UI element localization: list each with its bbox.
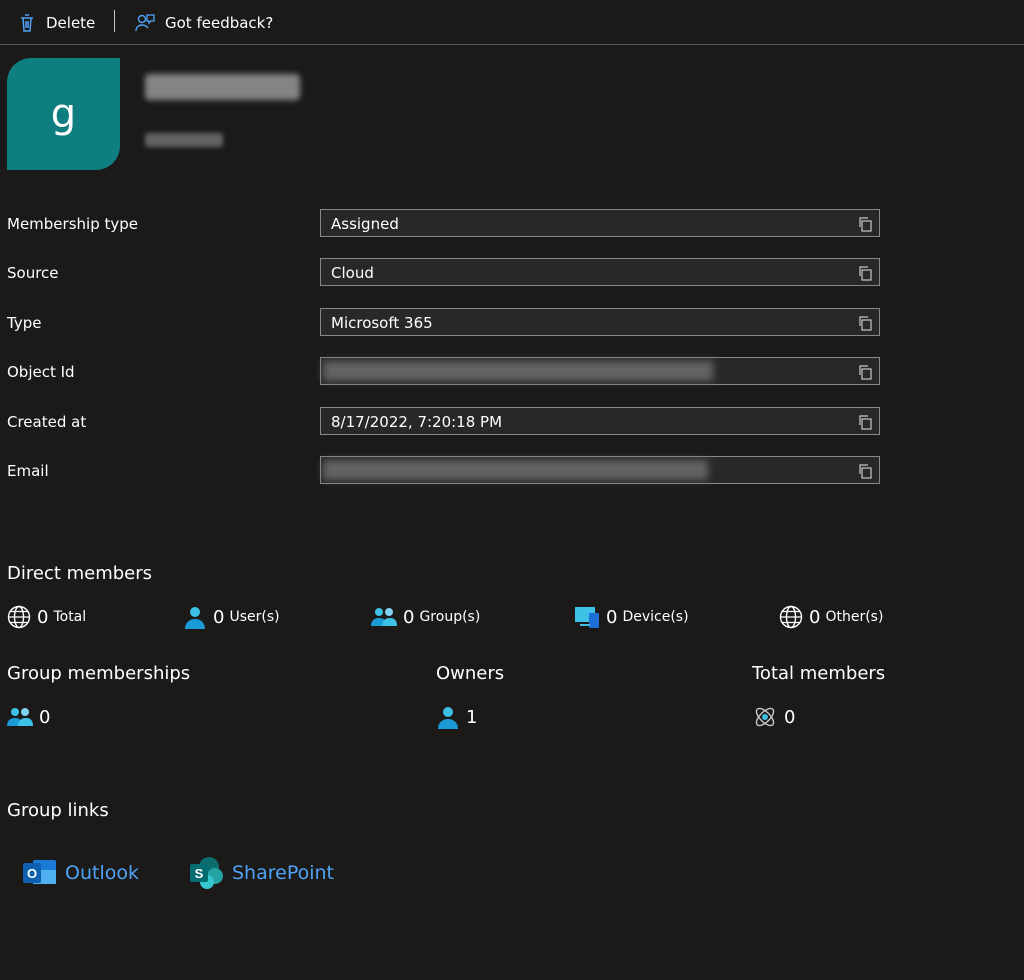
direct-members-title: Direct members <box>7 563 153 584</box>
group-memberships-stat[interactable]: 0 <box>7 703 50 731</box>
delete-button[interactable]: Delete <box>18 8 95 38</box>
globe-icon <box>7 605 31 629</box>
email-redacted <box>323 460 708 480</box>
groups-count: 0 <box>403 606 415 628</box>
atom-icon <box>755 707 775 727</box>
total-count: 0 <box>37 606 49 628</box>
group-description-redacted <box>145 133 223 147</box>
outlook-link[interactable]: O Outlook <box>23 855 139 891</box>
user-icon <box>438 707 458 729</box>
trash-icon <box>21 14 33 32</box>
direct-members-others[interactable]: 0 Other(s) <box>779 603 883 631</box>
created-at-field: 8/17/2022, 7:20:18 PM <box>320 407 880 435</box>
group-memberships-title: Group memberships <box>7 663 191 684</box>
copy-icon[interactable] <box>857 364 873 380</box>
total-members-title: Total members <box>752 663 886 684</box>
svg-text:O: O <box>27 866 37 881</box>
total-members-count: 0 <box>784 706 796 728</box>
others-count: 0 <box>809 606 821 628</box>
globe-icon <box>779 605 803 629</box>
feedback-button[interactable]: Got feedback? <box>135 8 273 38</box>
group-avatar: g <box>7 58 120 170</box>
type-label: Type <box>7 314 42 332</box>
object-id-field <box>320 357 880 385</box>
sharepoint-icon: S <box>190 857 223 889</box>
users-count: 0 <box>213 606 225 628</box>
direct-members-users[interactable]: 0 User(s) <box>183 603 280 631</box>
direct-members-groups[interactable]: 0 Group(s) <box>371 603 480 631</box>
group-name-redacted <box>145 74 300 100</box>
email-field <box>320 456 880 484</box>
group-memberships-count: 0 <box>39 706 51 728</box>
membership-type-label: Membership type <box>7 215 138 233</box>
outlook-icon: O <box>23 860 56 884</box>
owners-stat[interactable]: 1 <box>436 703 477 731</box>
type-field: Microsoft 365 <box>320 308 880 336</box>
source-label: Source <box>7 264 59 282</box>
object-id-redacted <box>323 361 713 381</box>
feedback-label: Got feedback? <box>165 14 274 32</box>
devices-label: Device(s) <box>622 609 689 625</box>
source-field: Cloud <box>320 258 880 286</box>
direct-members-total[interactable]: 0 Total <box>7 603 86 631</box>
created-at-label: Created at <box>7 413 87 431</box>
created-at-value: 8/17/2022, 7:20:18 PM <box>331 413 503 431</box>
devices-count: 0 <box>606 606 618 628</box>
owners-title: Owners <box>436 663 505 684</box>
device-icon <box>575 607 599 628</box>
groups-label: Group(s) <box>419 609 481 625</box>
source-value: Cloud <box>331 264 374 282</box>
svg-text:S: S <box>195 866 204 881</box>
copy-icon[interactable] <box>857 463 873 479</box>
email-label: Email <box>7 462 49 480</box>
copy-icon[interactable] <box>857 414 873 430</box>
copy-icon[interactable] <box>857 315 873 331</box>
type-value: Microsoft 365 <box>331 314 433 332</box>
others-label: Other(s) <box>825 609 884 625</box>
direct-members-devices[interactable]: 0 Device(s) <box>574 603 689 631</box>
delete-label: Delete <box>46 14 96 32</box>
owners-count: 1 <box>466 706 478 728</box>
command-bar: Delete Got feedback? <box>0 0 1024 45</box>
sharepoint-link[interactable]: S SharePoint <box>190 855 334 891</box>
membership-type-field: Assigned <box>320 209 880 237</box>
outlook-label: Outlook <box>65 862 139 884</box>
copy-icon[interactable] <box>857 265 873 281</box>
total-label: Total <box>53 609 87 625</box>
group-icon <box>7 708 33 726</box>
user-icon <box>185 607 205 629</box>
copy-icon[interactable] <box>857 216 873 232</box>
users-label: User(s) <box>229 609 280 625</box>
membership-type-value: Assigned <box>331 215 399 233</box>
group-icon <box>371 608 397 626</box>
total-members-stat[interactable]: 0 <box>752 703 795 731</box>
toolbar-divider <box>114 10 115 32</box>
group-links-title: Group links <box>7 800 109 821</box>
object-id-label: Object Id <box>7 363 75 381</box>
sharepoint-label: SharePoint <box>232 862 335 884</box>
feedback-icon <box>135 14 155 32</box>
